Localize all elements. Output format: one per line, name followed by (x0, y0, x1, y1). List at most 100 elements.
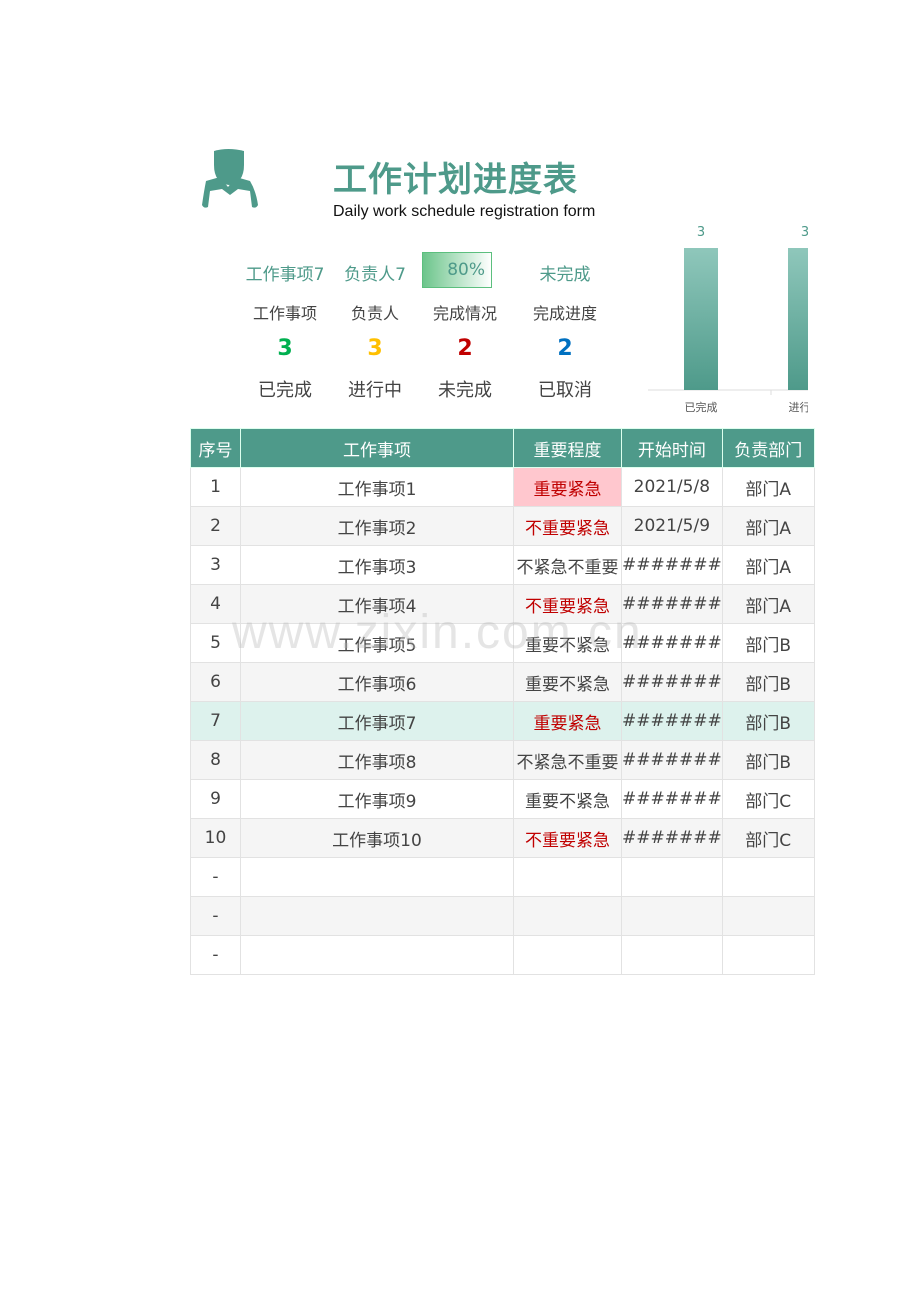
bar-0 (684, 248, 718, 390)
page-subtitle: Daily work schedule registration form (333, 203, 596, 220)
table-row[interactable]: 2 工作事项2 不重要紧急 2021/5/9 部门A (190, 506, 815, 546)
col-index-cell[interactable]: 3 (190, 545, 241, 585)
header-col-start[interactable]: 开始时间 (621, 428, 723, 468)
header-col-item[interactable]: 工作事项 (240, 428, 514, 468)
col-start-cell[interactable] (621, 896, 723, 936)
col-index-cell[interactable]: - (190, 857, 241, 897)
col-dept-cell[interactable]: 部门A (721, 506, 815, 546)
table-row[interactable]: 6 工作事项6 重要不紧急 ####### 部门B (190, 662, 815, 702)
selected-owner: 负责人7 (344, 265, 406, 285)
col-importance-cell[interactable] (513, 857, 622, 897)
col-index-cell[interactable]: 8 (190, 740, 241, 780)
col-importance-cell[interactable]: 重要紧急 (513, 701, 622, 741)
col-index-cell[interactable]: - (190, 896, 241, 936)
count-undone: 2 (457, 336, 473, 361)
page: 工作计划进度表 Daily work schedule registration… (0, 0, 920, 1301)
col-index-cell[interactable]: 10 (190, 818, 241, 858)
col-importance-cell[interactable]: 重要紧急 (513, 467, 622, 507)
col-importance-cell[interactable]: 不重要紧急 (513, 818, 622, 858)
col-item-cell[interactable]: 工作事项2 (240, 506, 514, 546)
col-index-cell[interactable]: 6 (190, 662, 241, 702)
col-start-cell[interactable]: 2021/5/8 (621, 467, 723, 507)
header-col-importance[interactable]: 重要程度 (513, 428, 622, 468)
col-dept-cell[interactable]: 部门C (721, 779, 815, 819)
col-start-cell[interactable]: ####### (621, 545, 723, 585)
table-row[interactable]: 10 工作事项10 不重要紧急 ####### 部门C (190, 818, 815, 858)
table-row[interactable]: 7 工作事项7 重要紧急 ####### 部门B (190, 701, 815, 741)
table-row[interactable]: - (190, 935, 815, 975)
page-title: 工作计划进度表 (333, 160, 578, 200)
col-importance-cell[interactable] (513, 935, 622, 975)
col-importance-cell[interactable]: 重要不紧急 (513, 662, 622, 702)
category-label: 进行中 (789, 401, 809, 414)
table-row[interactable]: 1 工作事项1 重要紧急 2021/5/8 部门A (190, 467, 815, 507)
header-col-dept[interactable]: 负责部门 (721, 428, 815, 468)
col-index-cell[interactable]: 2 (190, 506, 241, 546)
col-start-cell[interactable] (621, 935, 723, 975)
count-ongoing: 3 (367, 336, 383, 361)
table-row[interactable]: 8 工作事项8 不紧急不重要 ####### 部门B (190, 740, 815, 780)
header-col-index[interactable]: 序号 (190, 428, 241, 468)
col-index-cell[interactable]: - (190, 935, 241, 975)
table-row[interactable]: 9 工作事项9 重要不紧急 ####### 部门C (190, 779, 815, 819)
person-icon (202, 149, 258, 208)
col-item-cell[interactable]: 工作事项8 (240, 740, 514, 780)
selected-progress: 未完成 (539, 265, 591, 285)
label-completion: 完成情况 (432, 304, 497, 323)
col-item-cell[interactable]: 工作事项1 (240, 467, 514, 507)
col-importance-cell[interactable] (513, 896, 622, 936)
count-done: 3 (277, 336, 293, 361)
col-index-cell[interactable]: 7 (190, 701, 241, 741)
col-importance-cell[interactable]: 重要不紧急 (513, 779, 622, 819)
label-progress: 完成进度 (532, 304, 597, 323)
count-label-undone: 未完成 (438, 380, 492, 401)
table-row[interactable]: - (190, 857, 815, 897)
col-start-cell[interactable]: ####### (621, 740, 723, 780)
col-index-cell[interactable]: 1 (190, 467, 241, 507)
completion-bar: 80% (422, 252, 492, 288)
bar-value-label: 3 (697, 225, 705, 240)
col-dept-cell[interactable]: 部门A (721, 467, 815, 507)
col-dept-cell[interactable]: 部门B (721, 623, 815, 663)
col-start-cell[interactable]: ####### (621, 662, 723, 702)
selected-item: 工作事项7 (245, 265, 325, 285)
bar-1 (788, 248, 808, 390)
col-importance-cell[interactable]: 不重要紧急 (513, 506, 622, 546)
col-importance-cell[interactable]: 不紧急不重要 (513, 545, 622, 585)
col-start-cell[interactable]: ####### (621, 701, 723, 741)
col-dept-cell[interactable]: 部门A (721, 584, 815, 624)
col-dept-cell[interactable]: 部门C (721, 818, 815, 858)
col-start-cell[interactable]: ####### (621, 779, 723, 819)
col-dept-cell[interactable] (721, 935, 815, 975)
col-item-cell[interactable]: 工作事项6 (240, 662, 514, 702)
col-item-cell[interactable] (240, 935, 514, 975)
col-item-cell[interactable] (240, 857, 514, 897)
col-dept-cell[interactable]: 部门B (721, 662, 815, 702)
col-item-cell[interactable]: 工作事项9 (240, 779, 514, 819)
label-owner: 负责人 (350, 304, 399, 323)
col-start-cell[interactable]: ####### (621, 818, 723, 858)
watermark: www.zixin.com.cn (232, 606, 643, 659)
label-item: 工作事项 (252, 304, 317, 323)
col-dept-cell[interactable]: 部门B (721, 740, 815, 780)
col-index-cell[interactable]: 9 (190, 779, 241, 819)
bar-value-label: 3 (801, 225, 808, 240)
count-cancelled: 2 (557, 336, 573, 361)
col-dept-cell[interactable] (721, 857, 815, 897)
task-table: 序号 工作事项 重要程度 开始时间 负责部门 1 工作事项1 重要紧急 2021/5/8 部门A… (190, 428, 815, 975)
col-dept-cell[interactable]: 部门B (721, 701, 815, 741)
table-row[interactable]: 3 工作事项3 不紧急不重要 ####### 部门A (190, 545, 815, 585)
category-label: 已完成 (685, 400, 718, 414)
count-label-cancelled: 已取消 (538, 380, 592, 401)
col-item-cell[interactable]: 工作事项10 (240, 818, 514, 858)
col-item-cell[interactable] (240, 896, 514, 936)
col-importance-cell[interactable]: 不紧急不重要 (513, 740, 622, 780)
col-dept-cell[interactable] (721, 896, 815, 936)
table-row[interactable]: - (190, 896, 815, 936)
status-bar-chart: 3 已完成 3 进行中 (648, 225, 809, 414)
col-start-cell[interactable]: 2021/5/9 (621, 506, 723, 546)
col-start-cell[interactable] (621, 857, 723, 897)
col-item-cell[interactable]: 工作事项3 (240, 545, 514, 585)
col-item-cell[interactable]: 工作事项7 (240, 701, 514, 741)
col-dept-cell[interactable]: 部门A (721, 545, 815, 585)
